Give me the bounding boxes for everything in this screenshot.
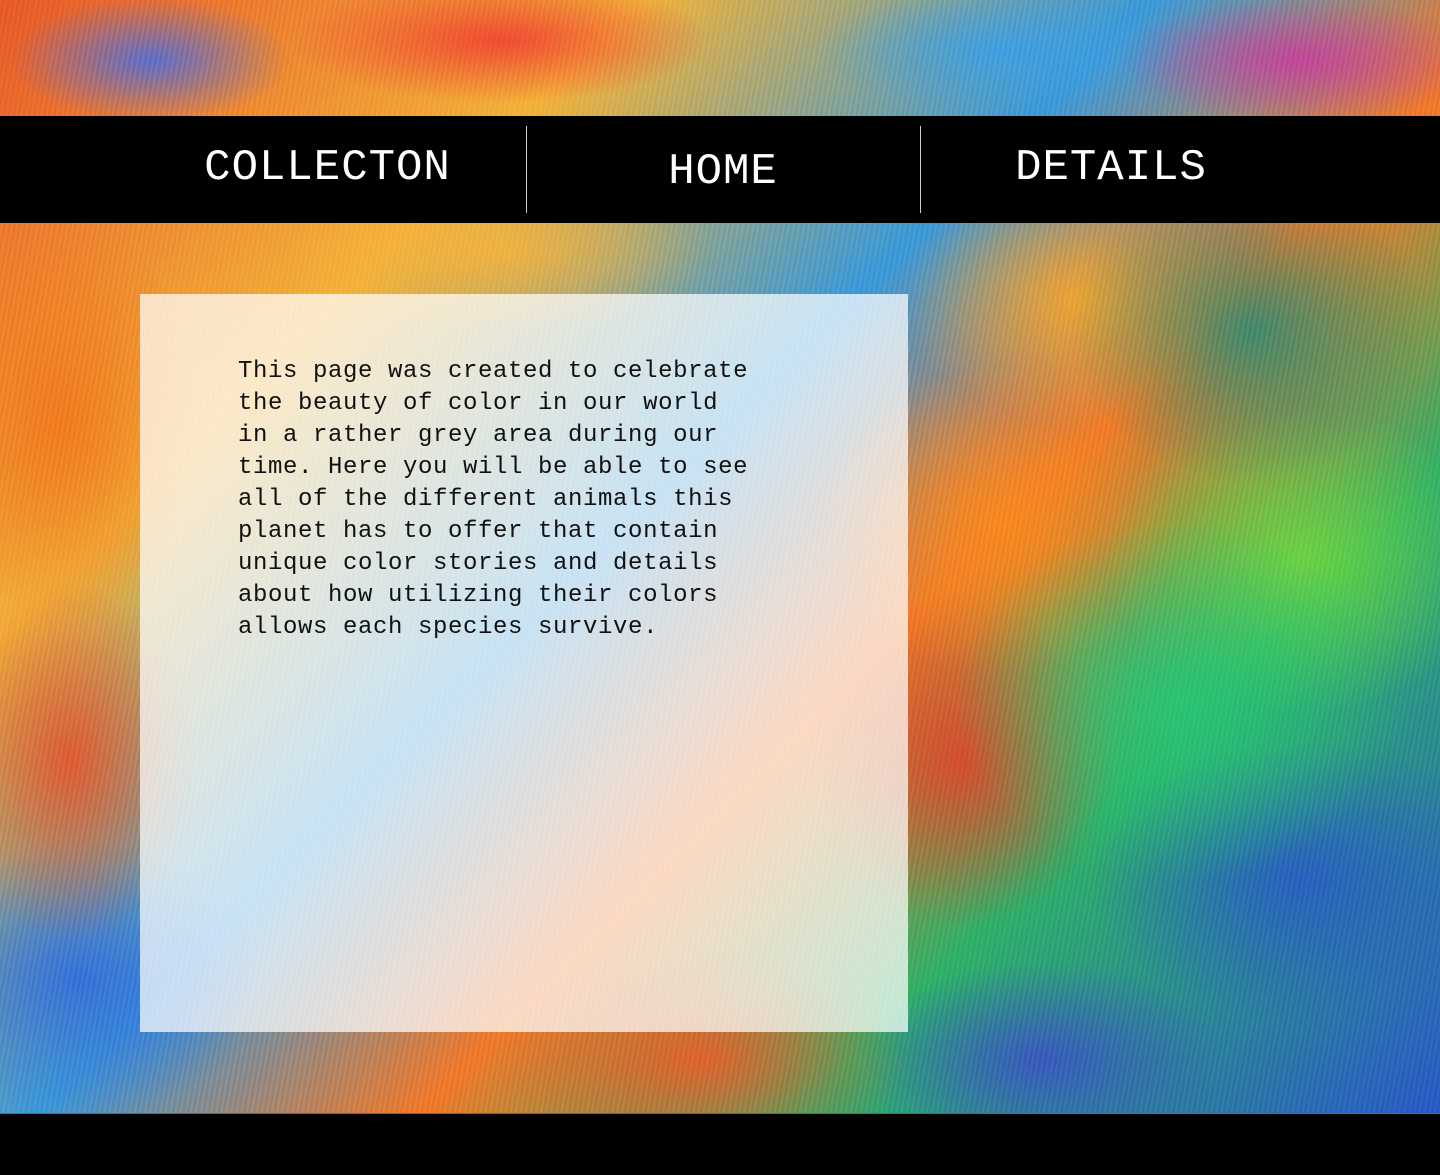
top-navigation-bar: COLLECTON HOME DETAILS bbox=[0, 116, 1440, 223]
intro-paragraph: This page was created to celebrate the b… bbox=[238, 358, 749, 641]
nav-link-collection[interactable]: COLLECTON bbox=[130, 114, 525, 221]
page: COLLECTON HOME DETAILS This page was cre… bbox=[0, 0, 1440, 1175]
nav-link-details[interactable]: DETAILS bbox=[921, 114, 1301, 221]
footer-bar bbox=[0, 1113, 1440, 1175]
nav-link-home[interactable]: HOME bbox=[527, 118, 919, 225]
intro-panel: This page was created to celebrate the b… bbox=[140, 294, 908, 1032]
